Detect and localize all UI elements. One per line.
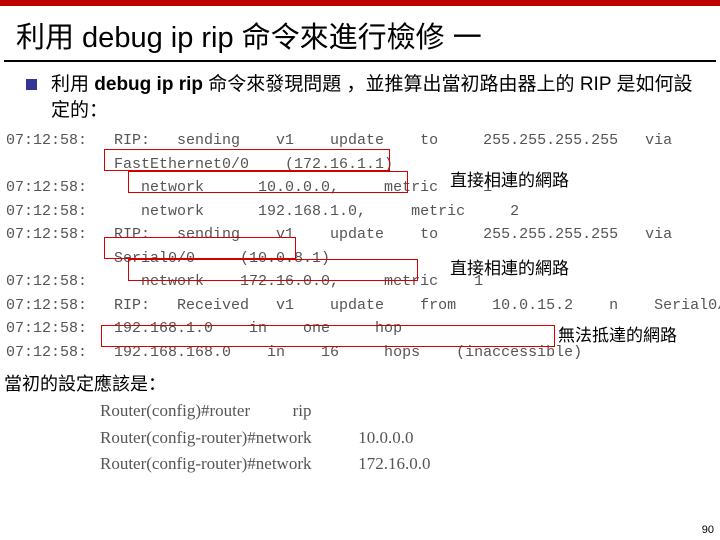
bullet-bold: debug ip rip — [94, 74, 203, 95]
config-block: Router(config)#router rip Router(config-… — [0, 398, 720, 477]
bullet-item: 利用 debug ip rip 命令來發現問題 ，並推算出當初路由器上的 RIP… — [0, 62, 720, 127]
config-line: Router(config-router)#network 172.16.0.0 — [100, 451, 720, 477]
annotation-inaccessible: 無法抵達的網路 — [558, 325, 677, 347]
bullet-marker — [26, 79, 37, 90]
terminal-line: 07:12:58: RIP: Received v1 update from 1… — [6, 294, 714, 318]
config-line: Router(config)#router rip — [100, 398, 720, 424]
bullet-text: 利用 debug ip rip 命令來發現問題 ，並推算出當初路由器上的 RIP… — [51, 72, 700, 123]
terminal-line: 07:12:58: network 10.0.0.0, metric 1 — [6, 176, 714, 200]
slide-title: 利用 debug ip rip 命令來進行檢修 一 — [4, 6, 716, 62]
terminal-line: 07:12:58: RIP: sending v1 update to 255.… — [6, 223, 714, 247]
annotation-direct-2: 直接相連的網路 — [450, 258, 569, 280]
annotation-direct-1: 直接相連的網路 — [450, 170, 569, 192]
terminal-line: 07:12:58: network 172.16.0.0, metric 1 — [6, 270, 714, 294]
page-number: 90 — [702, 524, 714, 536]
terminal-line: 07:12:58: network 192.168.1.0, metric 2 — [6, 200, 714, 224]
terminal-line: Serial0/0 (10.0.8.1) — [6, 247, 714, 271]
terminal-output: 07:12:58: RIP: sending v1 update to 255.… — [0, 127, 720, 364]
config-line: Router(config-router)#network 10.0.0.0 — [100, 425, 720, 451]
terminal-line: 07:12:58: RIP: sending v1 update to 255.… — [6, 129, 714, 153]
bullet-prefix: 利用 — [51, 74, 94, 95]
terminal-line: FastEthernet0/0 (172.16.1.1) — [6, 153, 714, 177]
footer-text: 當初的設定應該是： — [0, 364, 720, 398]
